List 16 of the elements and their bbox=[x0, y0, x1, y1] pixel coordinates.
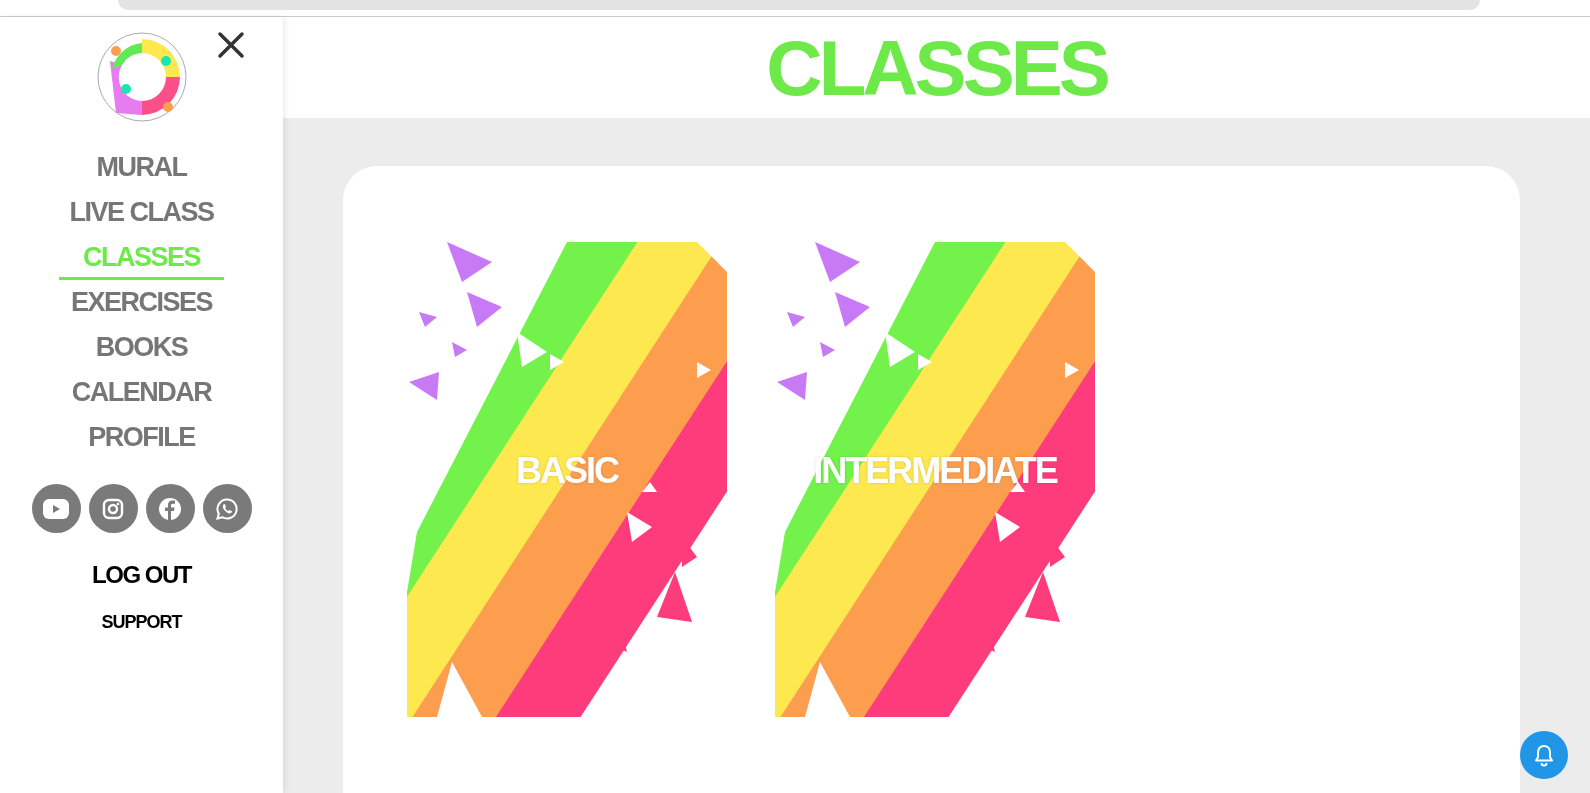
nav-link[interactable]: BOOKS bbox=[95, 325, 188, 370]
support-link[interactable]: SUPPORT bbox=[101, 609, 182, 636]
nav-link[interactable]: PROFILE bbox=[88, 415, 195, 460]
log-out-link[interactable]: LOG OUT bbox=[92, 557, 191, 593]
page-title: CLASSES bbox=[766, 28, 1107, 107]
phone-bubble-icon[interactable] bbox=[202, 484, 252, 533]
video-play-icon[interactable] bbox=[31, 484, 81, 533]
nav-link[interactable]: CALENDAR bbox=[71, 370, 212, 415]
close-button[interactable] bbox=[215, 29, 247, 61]
nav-link[interactable]: EXERCISES bbox=[70, 280, 213, 325]
logo-icon bbox=[95, 31, 188, 123]
nav-link[interactable]: LIVE CLASS bbox=[69, 190, 214, 235]
nav-link[interactable]: MURAL bbox=[96, 145, 187, 190]
notification-bell-icon[interactable] bbox=[1520, 731, 1568, 779]
f-letter-icon[interactable] bbox=[145, 484, 195, 533]
camera-icon[interactable] bbox=[88, 484, 138, 533]
